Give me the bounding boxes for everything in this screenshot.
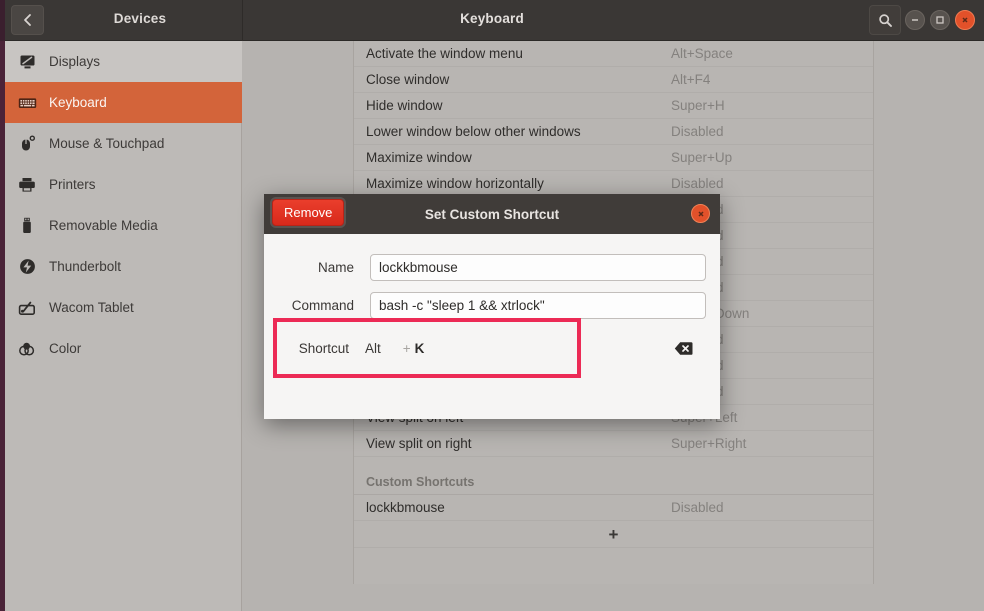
plus-icon: + xyxy=(608,524,619,544)
dialog-titlebar: Remove Set Custom Shortcut xyxy=(264,194,720,234)
remove-button[interactable]: Remove xyxy=(272,199,345,226)
window-titlebar: Devices Keyboard xyxy=(0,0,984,41)
printer-icon xyxy=(5,177,49,193)
table-row[interactable]: Close window Alt+F4 xyxy=(354,67,873,93)
page-title: Keyboard xyxy=(460,11,524,26)
maximize-button[interactable] xyxy=(930,10,950,30)
keyboard-icon xyxy=(5,96,49,110)
shortcut-value: Super+Up xyxy=(671,150,733,165)
sidebar-item-label: Keyboard xyxy=(49,95,107,110)
sidebar-item-wacom-tablet[interactable]: Wacom Tablet xyxy=(5,287,242,328)
sidebar-item-removable-media[interactable]: Removable Media xyxy=(5,205,242,246)
shortcut-key: K xyxy=(414,340,425,356)
dialog-close-button[interactable] xyxy=(691,204,710,223)
minimize-button[interactable] xyxy=(905,10,925,30)
window-controls xyxy=(905,10,975,30)
shortcut-value: Disabled xyxy=(671,124,724,139)
set-custom-shortcut-dialog: Remove Set Custom Shortcut Name lockkbmo… xyxy=(264,194,720,419)
shortcut-value: Disabled xyxy=(671,176,724,191)
sidebar-item-label: Removable Media xyxy=(49,218,158,233)
sidebar-item-displays[interactable]: Displays xyxy=(5,41,242,82)
command-label: Command xyxy=(291,297,354,313)
list-section-header: Custom Shortcuts xyxy=(354,469,873,495)
shortcut-value: Super+H xyxy=(671,98,725,113)
shortcut-name: lockkbmouse xyxy=(366,500,445,515)
minimize-icon xyxy=(912,19,918,21)
sidebar-item-keyboard[interactable]: Keyboard xyxy=(5,82,242,123)
shortcut-value: Super+Right xyxy=(671,436,747,451)
shortcut-modifier: Alt xyxy=(365,340,381,356)
backspace-icon xyxy=(674,341,693,355)
table-row[interactable]: View split on right Super+Right xyxy=(354,431,873,457)
sidebar-item-label: Displays xyxy=(49,54,101,69)
color-icon xyxy=(5,341,49,357)
thunderbolt-icon xyxy=(5,258,49,275)
table-row[interactable]: Maximize window Super+Up xyxy=(354,145,873,171)
shortcut-name: Maximize window xyxy=(366,150,472,165)
search-button[interactable] xyxy=(869,5,901,35)
add-shortcut-button[interactable]: + xyxy=(354,521,873,548)
shortcut-field-row[interactable]: Shortcut Alt + K xyxy=(264,318,711,378)
close-icon xyxy=(697,210,704,217)
search-icon xyxy=(878,13,892,27)
clear-shortcut-button[interactable] xyxy=(674,341,693,356)
shortcut-value: Alt+F4 xyxy=(671,72,711,87)
table-row[interactable]: Lower window below other windows Disable… xyxy=(354,119,873,145)
sidebar-item-color[interactable]: Color xyxy=(5,328,242,369)
command-input[interactable]: bash -c "sleep 1 && xtrlock" xyxy=(370,291,706,319)
sidebar: Displays Keyboard Mouse & Touchpad Print… xyxy=(0,41,242,611)
table-row[interactable]: Hide window Super+H xyxy=(354,93,873,119)
sidebar-item-label: Printers xyxy=(49,177,96,192)
shortcut-name: Close window xyxy=(366,72,450,87)
sidebar-item-label: Wacom Tablet xyxy=(49,300,134,315)
table-row[interactable]: lockkbmouse Disabled xyxy=(354,495,873,521)
sidebar-item-label: Thunderbolt xyxy=(49,259,122,274)
name-field-row: Name lockkbmouse xyxy=(264,248,720,286)
usb-drive-icon xyxy=(5,217,49,234)
name-label: Name xyxy=(317,259,354,275)
app-window: Devices Keyboard Displays Keyboard Mouse… xyxy=(0,0,984,611)
sidebar-item-mouse-touchpad[interactable]: Mouse & Touchpad xyxy=(5,123,242,164)
sidebar-item-label: Color xyxy=(49,341,82,356)
section-label: Custom Shortcuts xyxy=(366,474,475,489)
shortcut-label: Shortcut xyxy=(298,340,349,356)
mouse-icon xyxy=(5,135,49,152)
tablet-pen-icon xyxy=(5,300,49,316)
name-input[interactable]: lockkbmouse xyxy=(370,253,706,281)
shortcut-name: Hide window xyxy=(366,98,443,113)
table-row[interactable]: Activate the window menu Alt+Space xyxy=(354,41,873,67)
sidebar-item-label: Mouse & Touchpad xyxy=(49,136,165,151)
dialog-title: Set Custom Shortcut xyxy=(424,206,560,222)
shortcut-value: Alt+Space xyxy=(671,46,733,61)
close-icon xyxy=(962,17,968,23)
maximize-icon xyxy=(936,16,944,24)
shortcut-plus-separator: + xyxy=(402,340,411,356)
shortcut-name: Maximize window horizontally xyxy=(366,176,544,191)
shortcut-name: Lower window below other windows xyxy=(366,124,581,139)
shortcut-name: Activate the window menu xyxy=(366,46,523,61)
sidebar-item-printers[interactable]: Printers xyxy=(5,164,242,205)
dialog-body: Name lockkbmouse Command bash -c "sleep … xyxy=(264,234,720,378)
shortcut-name: View split on right xyxy=(366,436,472,451)
shortcut-value: Disabled xyxy=(671,500,724,515)
sidebar-item-thunderbolt[interactable]: Thunderbolt xyxy=(5,246,242,287)
display-icon xyxy=(5,54,49,70)
close-button[interactable] xyxy=(955,10,975,30)
